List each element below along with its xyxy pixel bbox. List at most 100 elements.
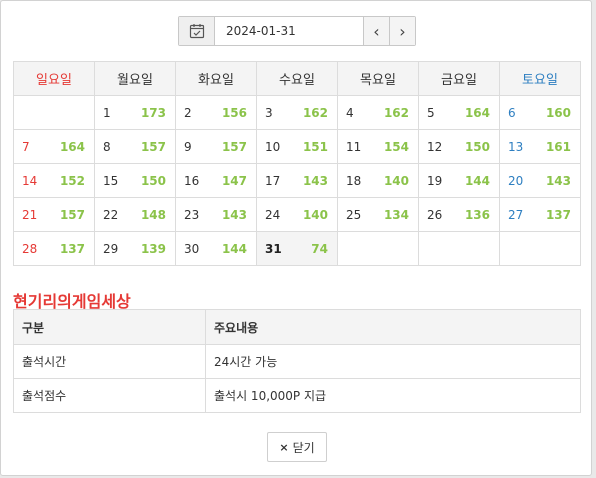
calendar-day-cell: 27 137 [499,197,581,232]
attendance-count: 157 [59,208,85,222]
day-number: 25 [346,208,362,222]
calendar-day-cell: 7 164 [13,129,95,164]
day-number: 19 [427,174,443,188]
date-input[interactable] [215,17,363,45]
day-number: 13 [508,140,524,154]
day-number: 31 [265,242,282,256]
weekday-sat: 토요일 [499,61,581,96]
info-cell-category: 출석시간 [13,344,206,379]
chevron-left-icon: ‹ [373,21,380,41]
calendar-day-cell: 26 136 [418,197,500,232]
attendance-count: 164 [464,106,490,120]
calendar-day-cell: 6 160 [499,95,581,130]
attendance-count: 173 [140,106,166,120]
day-number: 7 [22,140,30,154]
calendar-day-cell: 21 157 [13,197,95,232]
calendar-day-cell: 14 152 [13,163,95,198]
close-button[interactable]: × 닫기 [267,432,327,462]
attendance-count: 164 [59,140,85,154]
calendar-day-cell: 16 147 [175,163,257,198]
date-picker: ‹ › [178,16,416,46]
attendance-count: 152 [59,174,85,188]
calendar-day-cell: 9 157 [175,129,257,164]
calendar-day-cell: 25 134 [337,197,419,232]
day-number: 16 [184,174,200,188]
calendar-empty-cell [13,95,95,130]
calendar-day-cell: 13 161 [499,129,581,164]
calendar-day-cell: 28 137 [13,231,95,266]
attendance-count: 74 [311,242,328,256]
attendance-count: 150 [464,140,490,154]
attendance-modal: ‹ › 일요일 월요일 화요일 수요일 목요일 금요일 토요일 11732156… [0,0,592,476]
info-cell-content: 출석시 10,000P 지급 [205,378,581,413]
weekday-sun: 일요일 [13,61,95,96]
attendance-count: 162 [302,106,328,120]
calendar-day-cell: 30 144 [175,231,257,266]
attendance-count: 147 [221,174,247,188]
attendance-count: 144 [221,242,247,256]
calendar-day-cell: 24 140 [256,197,338,232]
day-number: 20 [508,174,524,188]
day-number: 29 [103,242,119,256]
calendar-button[interactable] [179,17,215,45]
attendance-count: 136 [464,208,490,222]
day-number: 27 [508,208,524,222]
day-number: 8 [103,140,111,154]
weekday-thu: 목요일 [337,61,419,96]
calendar-day-cell: 19 144 [418,163,500,198]
day-number: 10 [265,140,281,154]
attendance-count: 150 [140,174,166,188]
calendar-day-cell: 8 157 [94,129,176,164]
calendar-day-cell: 18 140 [337,163,419,198]
info-cell-content: 24시간 가능 [205,344,581,379]
calendar-day-cell: 10 151 [256,129,338,164]
day-number: 18 [346,174,362,188]
attendance-count: 143 [221,208,247,222]
attendance-count: 143 [302,174,328,188]
calendar-day-cell: 11 154 [337,129,419,164]
calendar-day-cell: 22 148 [94,197,176,232]
weekday-mon: 월요일 [94,61,176,96]
modal-backdrop-edge [592,0,596,478]
day-number: 23 [184,208,200,222]
day-number: 21 [22,208,38,222]
attendance-count: 162 [383,106,409,120]
calendar-week-row: 21 157 22 148 23 143 24 140 25 134 26 136 27 137 [13,197,581,232]
day-number: 17 [265,174,281,188]
prev-month-button[interactable]: ‹ [363,17,389,45]
day-number: 12 [427,140,443,154]
close-button-label: 닫기 [292,440,315,455]
calendar-day-cell: 5 164 [418,95,500,130]
calendar-day-cell: 31 74 [256,231,338,266]
day-number: 30 [184,242,200,256]
table-row: 출석시간 24시간 가능 [13,344,581,379]
calendar-day-cell: 17 143 [256,163,338,198]
attendance-count: 140 [383,174,409,188]
day-number: 1 [103,106,111,120]
attendance-count: 156 [221,106,247,120]
day-number: 24 [265,208,281,222]
attendance-info-table: 구분 주요내용 출석시간 24시간 가능 출석점수 출석시 10,000P 지급 [13,309,581,413]
calendar-day-cell: 23 143 [175,197,257,232]
attendance-count: 139 [140,242,166,256]
calendar-week-row: 7 164 8 157 9 157 10 151 11 154 12 150 13 161 [13,129,581,164]
calendar-day-cell: 12 150 [418,129,500,164]
attendance-count: 144 [464,174,490,188]
next-month-button[interactable]: › [389,17,415,45]
attendance-count: 157 [140,140,166,154]
attendance-count: 161 [545,140,571,154]
calendar-day-cell: 2 156 [175,95,257,130]
attendance-calendar: 일요일 월요일 화요일 수요일 목요일 금요일 토요일 1 173 2 156 3 162… [13,61,581,266]
calendar-check-icon [189,24,204,39]
day-number: 2 [184,106,192,120]
day-number: 4 [346,106,354,120]
calendar-day-cell: 3 162 [256,95,338,130]
attendance-count: 160 [545,106,571,120]
calendar-empty-cell [418,231,500,266]
info-header-content: 주요내용 [205,309,581,345]
day-number: 22 [103,208,119,222]
table-row: 출석점수 출석시 10,000P 지급 [13,378,581,413]
chevron-right-icon: › [399,21,406,41]
calendar-day-cell: 15 150 [94,163,176,198]
day-number: 6 [508,106,516,120]
